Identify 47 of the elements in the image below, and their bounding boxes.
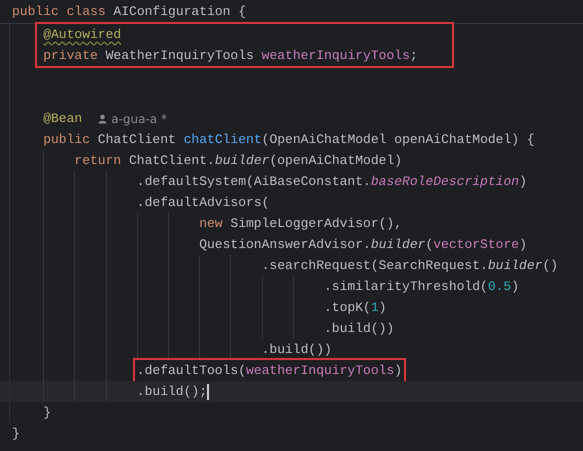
author-hint: a-gua-a * [111,110,167,128]
code-text: .defaultAdvisors( [136,194,270,212]
code-text: } [12,424,20,443]
code-text: ( [425,236,434,254]
code-text: .build()) [324,320,394,338]
code-text: ) [519,172,527,191]
code-text: (OpenAiChatModel openAiChatModel) { [262,130,535,149]
code-text: .defaultSystem(AiBaseConstant. [136,172,371,191]
code-text: () [542,256,558,275]
code-text: .defaultTools( [136,362,246,380]
code-text: ) [378,298,386,317]
static-field-name: baseRoleDescription [370,172,520,191]
keyword-token: private [43,46,99,65]
code-text: .searchRequest(SearchRequest. [262,256,488,275]
code-text: ) [511,278,520,296]
code-text: .similarityThreshold( [324,278,488,296]
text-caret [207,384,210,400]
number-literal: 1 [370,298,379,317]
static-method-name: builder [488,256,542,275]
keyword-token: new [199,214,224,233]
code-text: ChatClient. [129,152,215,170]
keyword-token: public class [12,2,107,21]
code-text: QuestionAnswerAdvisor. [199,236,371,254]
keyword-token: return [74,152,122,170]
code-text: ) [519,236,527,254]
code-text: (openAiChatModel) [269,152,402,170]
code-text: .topK( [324,298,371,317]
field-name: weatherInquiryTools [246,362,394,380]
code-text: .build(); [136,382,208,401]
user-icon [98,114,108,124]
code-text: .build()) [262,340,332,359]
field-name: vectorStore [433,236,520,254]
code-text: AIConfiguration { [113,2,246,21]
annotation-token: @Bean [43,110,82,128]
static-method-name: builder [370,236,426,254]
code-text: WeatherInquiryTools [106,46,255,65]
static-method-name: builder [214,152,270,170]
code-text: ChatClient [98,130,177,149]
code-text: } [43,404,51,422]
keyword-token: public [43,130,91,149]
code-text: SimpleLoggerAdvisor(), [230,214,402,233]
code-text: ) [394,362,402,380]
annotation-token: @Autowired [43,26,122,44]
method-name: chatClient [184,130,262,149]
field-name: weatherInquiryTools [262,46,410,65]
number-literal: 0.5 [488,278,512,296]
code-text: ; [410,46,418,65]
